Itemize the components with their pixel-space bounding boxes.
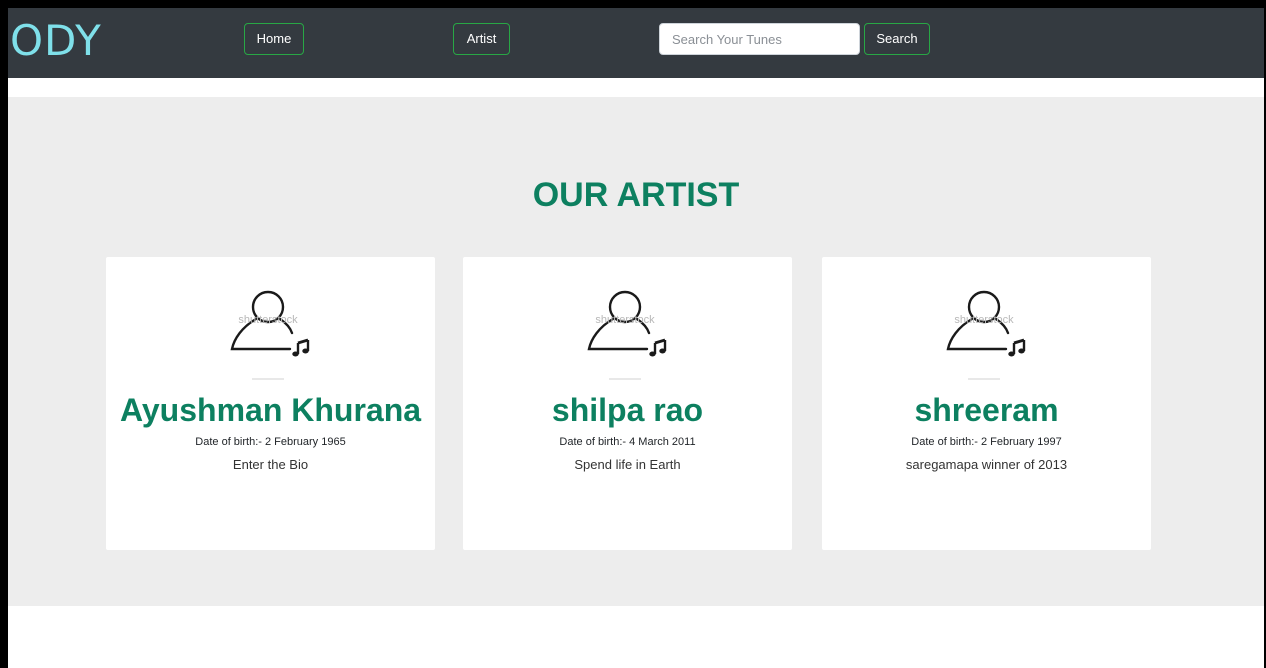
- person-music-icon: shutterstock: [230, 290, 310, 380]
- artist-bio: saregamapa winner of 2013: [905, 457, 1068, 472]
- navbar: ODY Home Artist Search: [8, 8, 1264, 78]
- home-button[interactable]: Home: [244, 23, 304, 55]
- music-note-icon: [292, 338, 310, 357]
- artist-section: OUR ARTIST shutterstock Ayushman Khurana…: [8, 97, 1264, 606]
- music-note-icon: [1008, 338, 1026, 357]
- artist-button[interactable]: Artist: [453, 23, 510, 55]
- artist-card[interactable]: shutterstock shreeram Date of birth:- 2 …: [822, 257, 1151, 550]
- page: ODY Home Artist Search OUR ARTIST shutte…: [8, 8, 1264, 668]
- artist-bio: Enter the Bio: [232, 457, 309, 472]
- svg-text:shutterstock: shutterstock: [954, 314, 1014, 326]
- person-music-icon: shutterstock: [946, 290, 1026, 380]
- search-button[interactable]: Search: [864, 23, 930, 55]
- search-input[interactable]: [659, 23, 860, 55]
- artist-name: shreeram: [914, 392, 1059, 428]
- svg-text:shutterstock: shutterstock: [238, 314, 298, 326]
- brand-logo[interactable]: ODY: [10, 16, 102, 66]
- artist-name: Ayushman Khurana: [119, 392, 422, 428]
- artist-dob: Date of birth:- 4 March 2011: [559, 436, 696, 448]
- person-music-icon: shutterstock: [587, 290, 667, 380]
- artist-dob: Date of birth:- 2 February 1965: [195, 436, 346, 448]
- music-note-icon: [649, 338, 667, 357]
- section-title: OUR ARTIST: [532, 176, 740, 214]
- artist-dob: Date of birth:- 2 February 1997: [911, 436, 1062, 448]
- svg-text:shutterstock: shutterstock: [595, 314, 655, 326]
- artist-name: shilpa rao: [551, 392, 704, 428]
- artist-card[interactable]: shutterstock Ayushman Khurana Date of bi…: [106, 257, 435, 550]
- artist-card[interactable]: shutterstock shilpa rao Date of birth:- …: [463, 257, 792, 550]
- artist-bio: Spend life in Earth: [574, 457, 681, 472]
